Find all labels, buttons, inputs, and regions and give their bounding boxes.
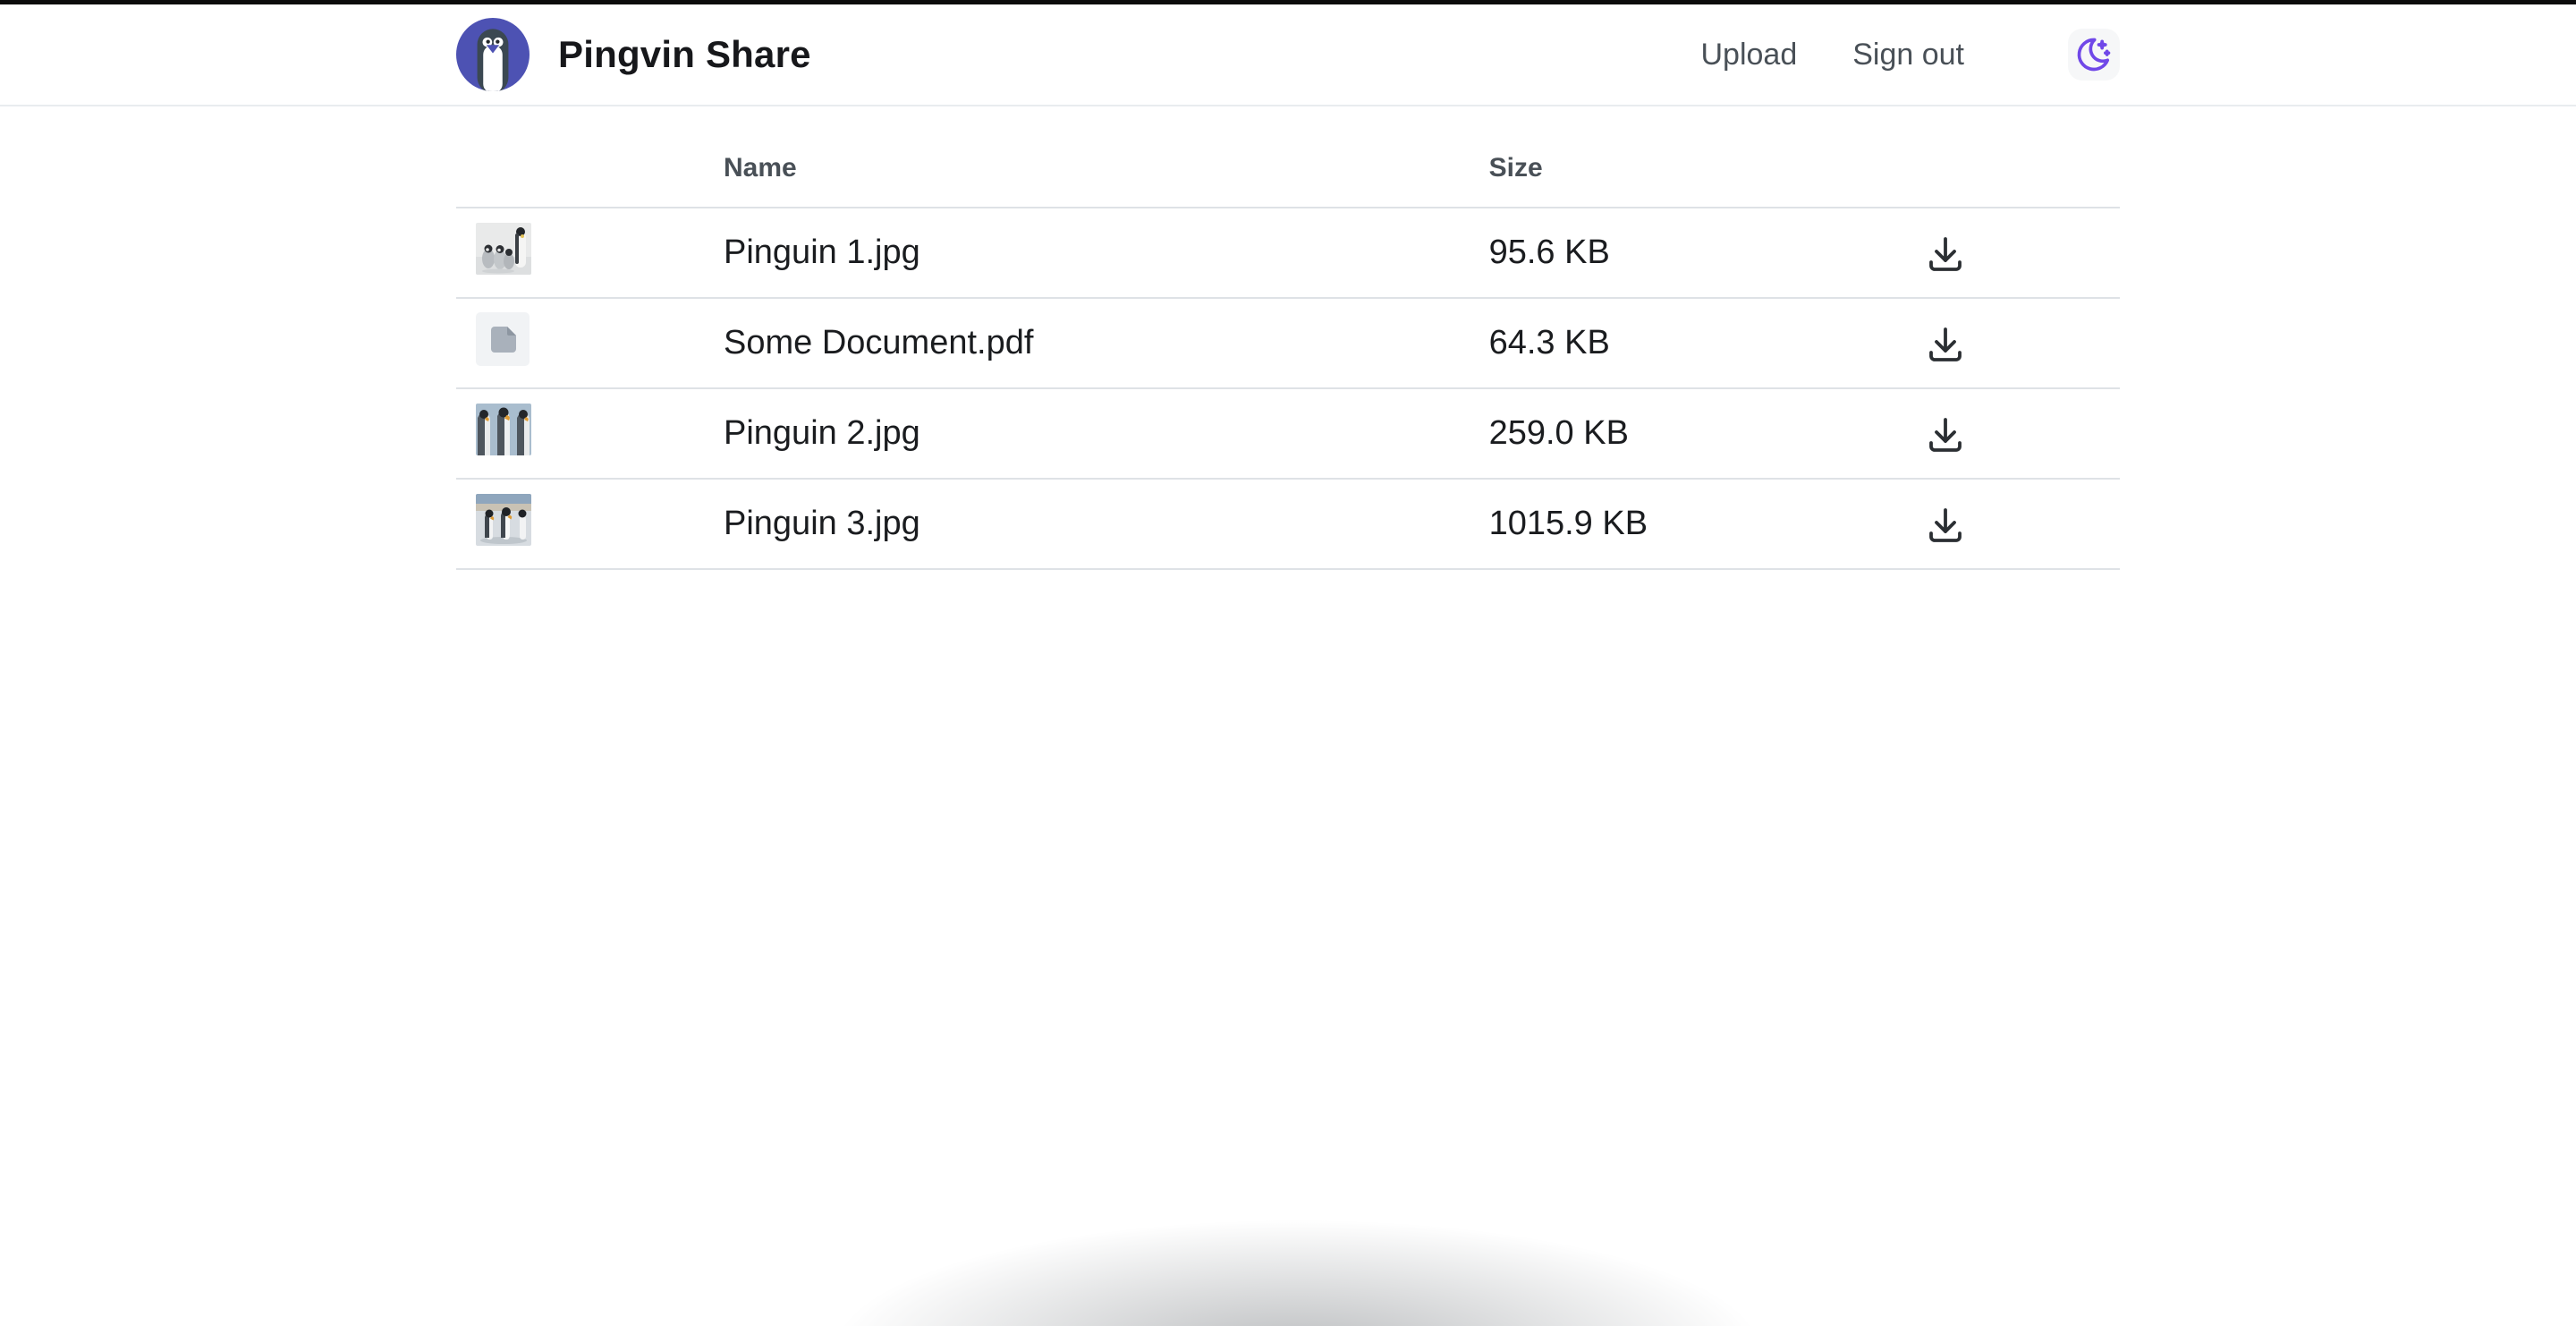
file-list-area: Name Size [456, 106, 2120, 570]
download-button[interactable] [1920, 319, 1970, 369]
header-inner: Pingvin Share Upload Sign out [456, 18, 2120, 91]
theme-toggle-button[interactable] [2068, 29, 2120, 81]
file-size: 64.3 KB [1471, 298, 1771, 388]
upload-link[interactable]: Upload [1700, 38, 1797, 72]
moon-stars-icon [2074, 35, 2114, 74]
penguin-photo-3-thumbnail [476, 494, 531, 546]
file-name: Pinguin 1.jpg [706, 208, 1471, 298]
app-header: Pingvin Share Upload Sign out [0, 4, 2576, 106]
name-column-header: Name [706, 106, 1471, 208]
download-button[interactable] [1920, 499, 1970, 549]
file-size: 1015.9 KB [1471, 479, 1771, 569]
action-column-header [1770, 106, 2120, 208]
download-icon [1924, 322, 1967, 365]
penguin-logo-icon[interactable] [456, 18, 530, 91]
size-column-header: Size [1471, 106, 1771, 208]
signout-link[interactable]: Sign out [1852, 38, 1964, 72]
header-nav: Upload Sign out [1700, 29, 2120, 81]
thumb-column-header [456, 106, 706, 208]
file-table: Name Size [456, 106, 2120, 570]
file-size: 95.6 KB [1471, 208, 1771, 298]
file-size: 259.0 KB [1471, 388, 1771, 479]
app-title: Pingvin Share [558, 33, 811, 76]
download-button[interactable] [1920, 409, 1970, 459]
file-name: Pinguin 3.jpg [706, 479, 1471, 569]
table-row: Some Document.pdf 64.3 KB [456, 298, 2120, 388]
pdf-file-icon [476, 312, 530, 366]
download-icon [1924, 503, 1967, 546]
table-row: Pinguin 1.jpg 95.6 KB [456, 208, 2120, 298]
table-header-row: Name Size [456, 106, 2120, 208]
table-row: Pinguin 2.jpg 259.0 KB [456, 388, 2120, 479]
table-row: Pinguin 3.jpg 1015.9 KB [456, 479, 2120, 569]
download-icon [1924, 232, 1967, 275]
file-name: Some Document.pdf [706, 298, 1471, 388]
penguin-photo-2-thumbnail [476, 404, 531, 455]
download-button[interactable] [1920, 228, 1970, 278]
bottom-shadow-blob [760, 1192, 1834, 1326]
file-name: Pinguin 2.jpg [706, 388, 1471, 479]
penguin-photo-1-thumbnail [476, 223, 531, 275]
download-icon [1924, 412, 1967, 455]
